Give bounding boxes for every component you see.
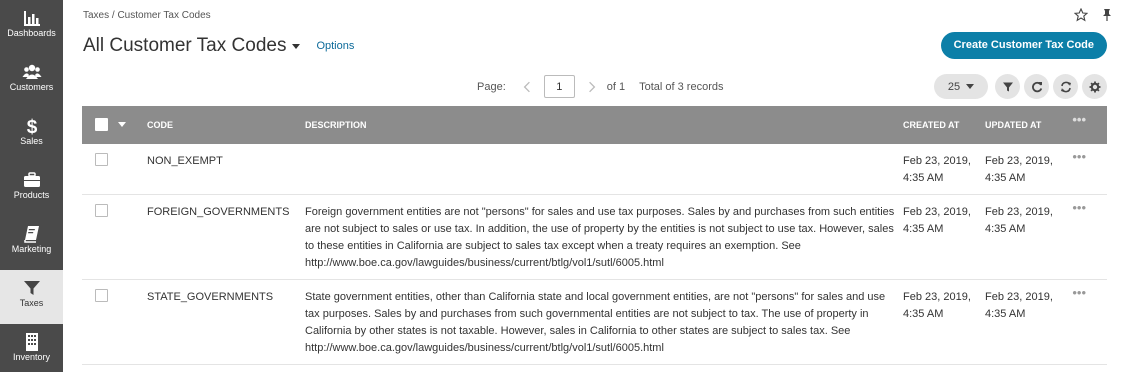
users-icon	[0, 54, 63, 80]
table-header: Code Description Created At Updated At •…	[82, 106, 1107, 144]
tax-codes-table: Code Description Created At Updated At •…	[82, 106, 1107, 365]
chevron-down-icon	[966, 84, 975, 89]
dollar-icon: $	[0, 108, 63, 138]
table-row[interactable]: NON_EXEMPT Feb 23, 2019, 4:35 AM Feb 23,…	[82, 144, 1107, 195]
sidebar-item-label: Products	[13, 190, 50, 200]
book-icon	[0, 216, 63, 243]
per-page-select[interactable]: 25	[934, 74, 988, 99]
sidebar-item-products[interactable]: Products	[0, 162, 63, 216]
sidebar-item-inventory[interactable]: Inventory	[0, 324, 63, 372]
sidebar-item-label: Sales	[20, 136, 43, 146]
row-checkbox[interactable]	[95, 204, 108, 217]
cell-code: FOREIGN_GOVERNMENTS	[147, 206, 290, 218]
page-label: Page:	[477, 80, 506, 93]
sidebar-item-label: Marketing	[11, 244, 52, 254]
cell-created-at: Feb 23, 2019, 4:35 AM	[903, 155, 971, 184]
row-actions-icon[interactable]: •••	[1072, 149, 1086, 164]
select-all-checkbox[interactable]	[95, 118, 108, 131]
per-page-value: 25	[947, 80, 961, 93]
briefcase-icon	[0, 162, 63, 188]
settings-button[interactable]	[1082, 74, 1107, 99]
chevron-down-icon[interactable]	[292, 43, 301, 49]
cell-created-at: Feb 23, 2019, 4:35 AM	[903, 291, 971, 320]
sidebar-item-customers[interactable]: Customers	[0, 54, 63, 108]
records-total: Total of 3 records	[639, 80, 724, 93]
options-link[interactable]: Options	[316, 40, 354, 52]
page-title[interactable]: All Customer Tax Codes	[83, 35, 286, 57]
row-actions-icon[interactable]: •••	[1072, 285, 1086, 300]
header-icons	[1073, 7, 1114, 22]
sidebar-item-label: Dashboards	[7, 28, 56, 38]
column-header-created-at[interactable]: Created At	[903, 106, 959, 144]
sidebar-item-label: Customers	[9, 82, 54, 92]
cell-code: STATE_GOVERNMENTS	[147, 291, 274, 303]
row-checkbox[interactable]	[95, 289, 108, 302]
sidebar-item-label: Inventory	[12, 352, 51, 362]
chevron-down-icon[interactable]	[118, 122, 126, 127]
column-header-updated-at[interactable]: Updated At	[985, 106, 1041, 144]
filter-icon	[0, 270, 63, 296]
filter-icon	[1002, 82, 1013, 91]
table-row[interactable]: FOREIGN_GOVERNMENTS Foreign government e…	[82, 195, 1107, 280]
gear-icon	[1089, 81, 1100, 92]
cell-updated-at: Feb 23, 2019, 4:35 AM	[985, 206, 1053, 235]
sidebar-item-label: Taxes	[19, 298, 44, 308]
sidebar-item-dashboards[interactable]: Dashboards	[0, 0, 63, 54]
svg-text:$: $	[26, 117, 37, 136]
pagination: Page: of 1 Total of 3 records	[477, 75, 723, 98]
sidebar: Dashboards Customers $ Sales Products Ma…	[0, 0, 63, 372]
next-page-icon[interactable]	[585, 80, 599, 94]
grid-toolbar: 25	[934, 74, 1107, 99]
page-count: of 1	[606, 80, 626, 93]
row-checkbox[interactable]	[95, 153, 108, 166]
refresh-icon	[1031, 81, 1042, 92]
cell-code: NON_EXEMPT	[147, 155, 223, 167]
pin-icon[interactable]	[1100, 8, 1114, 22]
refresh-button[interactable]	[1024, 74, 1049, 99]
cell-description: Foreign government entities are not "per…	[305, 206, 895, 269]
column-header-description[interactable]: Description	[305, 106, 367, 144]
sidebar-item-taxes[interactable]: Taxes	[0, 270, 63, 324]
sync-icon	[1060, 81, 1071, 92]
cell-updated-at: Feb 23, 2019, 4:35 AM	[985, 155, 1053, 184]
building-icon	[0, 324, 63, 351]
column-header-code[interactable]: Code	[147, 106, 173, 144]
star-icon[interactable]	[1073, 7, 1089, 22]
sidebar-item-marketing[interactable]: Marketing	[0, 216, 63, 270]
page-title-group: All Customer Tax Codes Options	[83, 35, 354, 57]
reset-button[interactable]	[1053, 74, 1078, 99]
cell-description: State government entities, other than Ca…	[305, 291, 886, 354]
table-row[interactable]: STATE_GOVERNMENTS State government entit…	[82, 280, 1107, 365]
cell-updated-at: Feb 23, 2019, 4:35 AM	[985, 291, 1053, 320]
cell-created-at: Feb 23, 2019, 4:35 AM	[903, 206, 971, 235]
create-customer-tax-code-button[interactable]: Create Customer Tax Code	[940, 32, 1107, 59]
filter-button[interactable]	[995, 74, 1020, 99]
breadcrumb[interactable]: Taxes / Customer Tax Codes	[83, 10, 211, 21]
prev-page-icon[interactable]	[520, 80, 534, 94]
row-actions-icon[interactable]: •••	[1072, 200, 1086, 215]
more-options-icon[interactable]: •••	[1072, 112, 1086, 127]
bar-chart-icon	[0, 0, 63, 26]
sidebar-item-sales[interactable]: $ Sales	[0, 108, 63, 162]
page-number-input[interactable]	[543, 75, 575, 98]
